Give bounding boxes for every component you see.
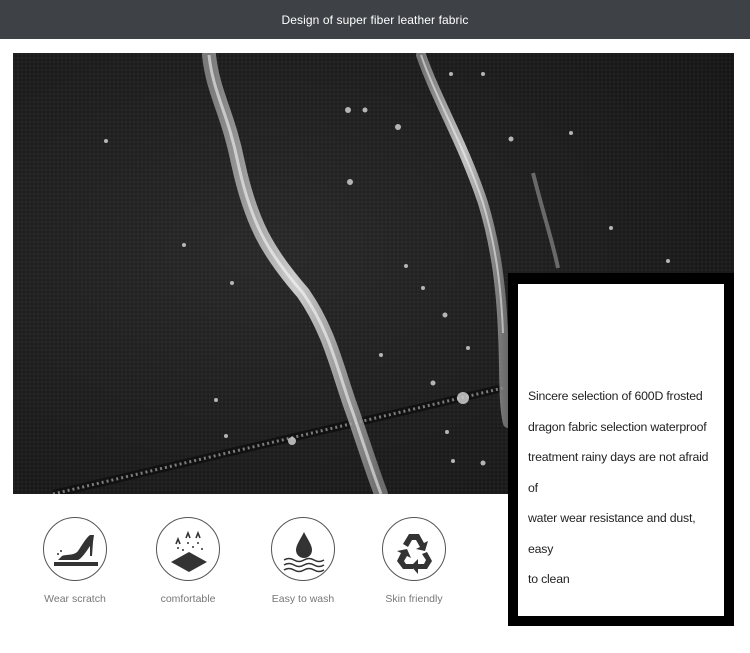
feature-label: Wear scratch: [44, 593, 106, 605]
header-bar: Design of super fiber leather fabric: [0, 0, 750, 39]
description-line: to clean: [528, 572, 570, 586]
page-title: Design of super fiber leather fabric: [281, 12, 469, 27]
water-drop-icon: [271, 517, 335, 581]
recycle-icon: [382, 517, 446, 581]
high-heel-icon: [43, 517, 107, 581]
feature-label: comfortable: [160, 593, 216, 605]
feature-wear-scratch: Wear scratch: [30, 517, 120, 605]
description-line: dragon fabric selection waterproof: [528, 419, 707, 434]
description-text: Sincere selection of 600D frosted dragon…: [528, 381, 720, 595]
feature-label: Skin friendly: [385, 593, 443, 605]
feature-skin-friendly: Skin friendly: [369, 517, 459, 605]
description-line: water wear resistance and dust, easy: [528, 511, 696, 556]
description-line: Sincere selection of 600D frosted: [528, 389, 703, 403]
feature-label: Easy to wash: [271, 593, 335, 605]
feature-comfortable: comfortable: [143, 517, 233, 605]
feature-easy-to-wash: Easy to wash: [258, 517, 348, 605]
breathable-icon: [156, 517, 220, 581]
description-line: treatment rainy days are not afraid of: [528, 450, 709, 495]
description-card: Sincere selection of 600D frosted dragon…: [518, 284, 724, 616]
description-panel: Sincere selection of 600D frosted dragon…: [508, 273, 734, 626]
